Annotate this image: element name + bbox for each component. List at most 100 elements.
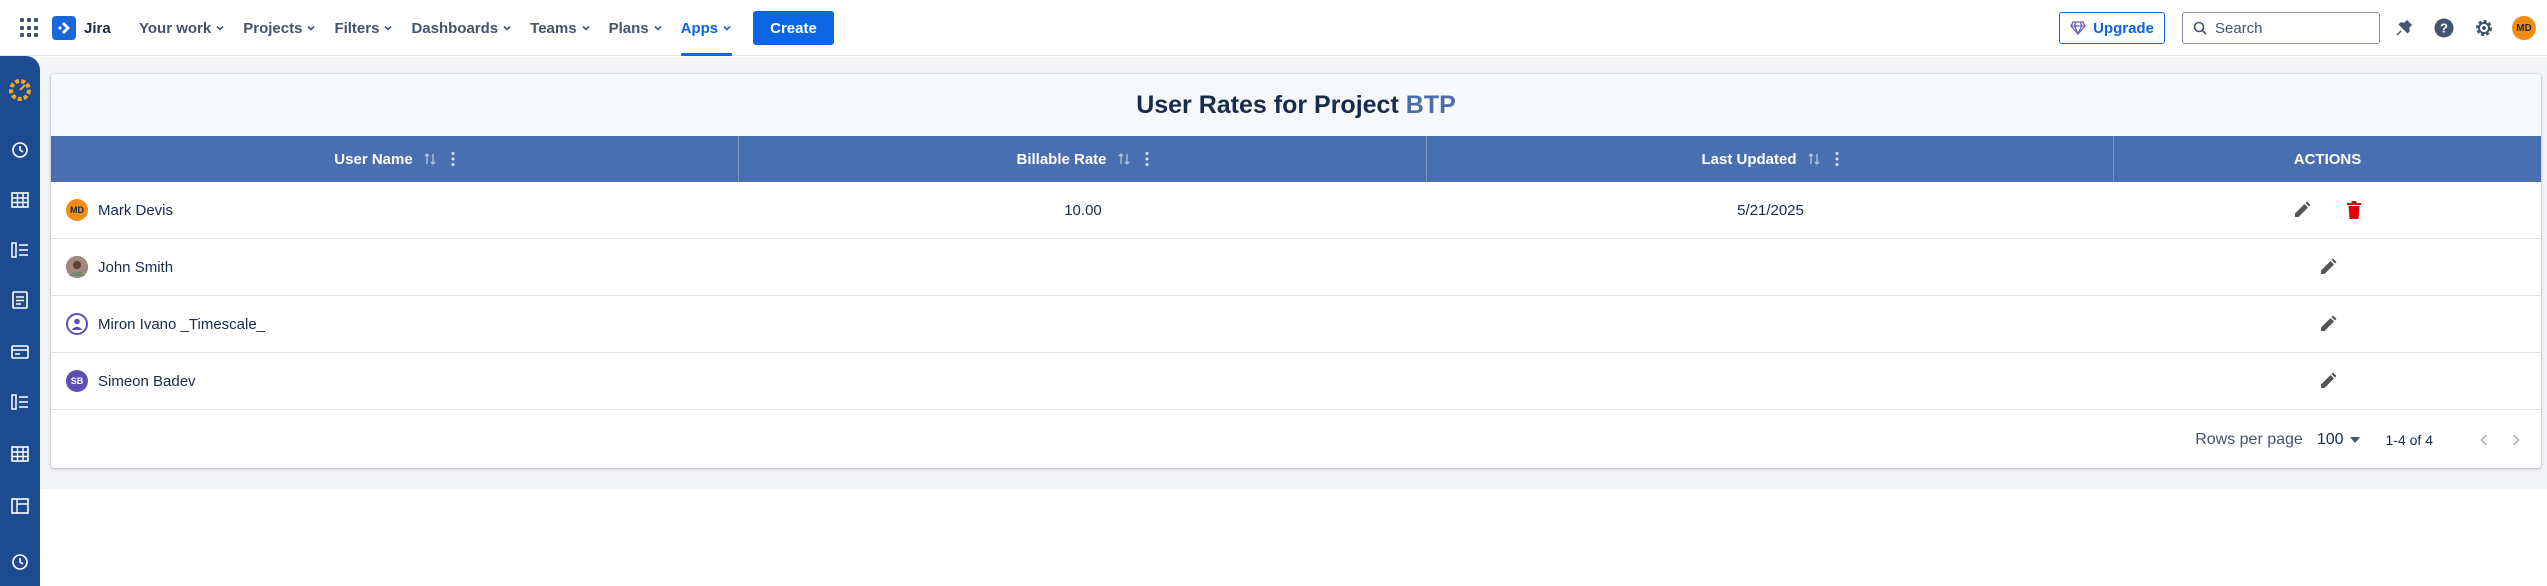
column-header-billable-rate[interactable]: Billable Rate <box>739 136 1427 182</box>
help-icon[interactable]: ? <box>2432 16 2456 40</box>
chevron-down-icon <box>654 25 662 31</box>
search-field[interactable] <box>2182 12 2380 44</box>
gem-icon <box>2070 21 2086 35</box>
nav-dashboards[interactable]: Dashboards <box>402 0 521 56</box>
chevron-down-icon <box>723 25 731 31</box>
timescale-logo-icon[interactable] <box>6 76 34 104</box>
nav-label: Teams <box>530 19 577 37</box>
cell-actions <box>2114 239 2541 296</box>
next-page-button[interactable] <box>2505 429 2527 451</box>
user-name: John Smith <box>98 258 174 276</box>
chevron-right-icon <box>2512 434 2520 446</box>
project-key: BTP <box>1405 90 1456 119</box>
cell-actions <box>2114 353 2541 410</box>
delete-icon[interactable] <box>2342 198 2366 222</box>
nav-label: Plans <box>608 19 649 37</box>
chevron-down-icon <box>307 25 316 31</box>
column-label: ACTIONS <box>2293 150 2362 168</box>
cell-actions <box>2114 296 2541 353</box>
avatar <box>66 313 88 335</box>
avatar: SB <box>66 370 88 392</box>
table-row: Miron Ivano _Timescale_ <box>51 296 2541 353</box>
table-icon[interactable] <box>10 444 30 464</box>
upgrade-label: Upgrade <box>2093 19 2154 37</box>
chevron-down-icon <box>582 25 590 31</box>
cell-user-name: John Smith <box>51 239 739 296</box>
brand-name: Jira <box>84 19 111 37</box>
pagination-bar: Rows per page 100 1-4 of 4 <box>51 412 2541 468</box>
column-header-user-name[interactable]: User Name <box>51 136 739 182</box>
cell-last-updated <box>1427 239 2114 296</box>
sort-icon[interactable] <box>1807 152 1821 166</box>
notifications-icon[interactable] <box>2392 16 2416 40</box>
page-range: 1-4 of 4 <box>2385 432 2433 448</box>
cell-last-updated <box>1427 353 2114 410</box>
nav-label: Projects <box>243 19 303 37</box>
upgrade-button[interactable]: Upgrade <box>2059 12 2165 44</box>
main-menu: Your work Projects Filters Dashboards Te… <box>130 0 834 56</box>
sort-icon[interactable] <box>423 152 437 166</box>
clock-icon[interactable] <box>10 552 30 572</box>
column-header-last-updated[interactable]: Last Updated <box>1427 136 2114 182</box>
edit-icon[interactable] <box>2316 312 2340 336</box>
nav-apps[interactable]: Apps <box>672 0 742 56</box>
table-row: John Smith <box>51 239 2541 296</box>
cell-billable-rate: 10.00 <box>1064 201 1102 219</box>
table-row: MD Mark Devis 10.00 5/21/2025 <box>51 182 2541 239</box>
app-sidebar <box>0 56 40 586</box>
user-avatar[interactable]: MD <box>2512 16 2536 40</box>
settings-icon[interactable] <box>2472 16 2496 40</box>
sort-icon[interactable] <box>1117 152 1131 166</box>
edit-icon[interactable] <box>2290 198 2314 222</box>
column-menu-icon[interactable] <box>451 151 455 167</box>
jira-logo-icon <box>52 16 76 40</box>
chevron-left-icon <box>2480 434 2488 446</box>
nav-label: Your work <box>139 19 212 37</box>
column-label: User Name <box>334 150 413 168</box>
card-icon[interactable] <box>10 342 30 362</box>
column-menu-icon[interactable] <box>1145 151 1149 167</box>
user-name: Simeon Badev <box>98 372 196 390</box>
nav-label: Dashboards <box>411 19 499 37</box>
document-icon[interactable] <box>10 290 30 310</box>
table-icon[interactable] <box>10 190 30 210</box>
chevron-down-icon <box>503 25 511 31</box>
nav-your-work[interactable]: Your work <box>130 0 234 56</box>
cell-user-name: MD Mark Devis <box>51 182 739 239</box>
caret-down-icon <box>2349 437 2360 443</box>
jira-logo[interactable]: Jira <box>52 16 111 40</box>
edit-icon[interactable] <box>2316 369 2340 393</box>
list-icon[interactable] <box>10 392 30 412</box>
rows-per-page-select[interactable]: 100 <box>2317 431 2360 449</box>
previous-page-button[interactable] <box>2473 429 2495 451</box>
chevron-down-icon <box>384 25 393 31</box>
search-icon <box>2193 21 2207 35</box>
layout-icon[interactable] <box>10 496 30 516</box>
clock-icon[interactable] <box>10 140 30 160</box>
rows-per-page-value: 100 <box>2316 431 2344 448</box>
search-input[interactable] <box>2215 19 2375 37</box>
create-button[interactable]: Create <box>753 11 834 45</box>
nav-label: Filters <box>334 19 380 37</box>
svg-text:?: ? <box>2440 21 2448 36</box>
nav-filters[interactable]: Filters <box>325 0 402 56</box>
app-switcher-icon[interactable] <box>20 18 40 38</box>
user-name: Miron Ivano _Timescale_ <box>98 315 266 333</box>
avatar <box>66 256 88 278</box>
cell-billable-rate <box>739 296 1427 353</box>
rows-per-page-label: Rows per page <box>2195 431 2303 448</box>
column-label: Last Updated <box>1701 150 1797 168</box>
nav-teams[interactable]: Teams <box>521 0 599 56</box>
edit-icon[interactable] <box>2316 255 2340 279</box>
avatar: MD <box>66 199 88 221</box>
cell-billable-rate <box>739 239 1427 296</box>
table-body: MD Mark Devis 10.00 5/21/2025 John Smith <box>51 182 2541 410</box>
table-header: User Name Billable Rate Last Updated ACT… <box>51 136 2541 182</box>
list-icon[interactable] <box>10 240 30 260</box>
page-title: User Rates for Project BTP <box>51 74 2541 136</box>
user-name: Mark Devis <box>98 201 174 219</box>
column-menu-icon[interactable] <box>1835 151 1839 167</box>
nav-plans[interactable]: Plans <box>600 0 672 56</box>
nav-projects[interactable]: Projects <box>234 0 325 56</box>
cell-user-name: Miron Ivano _Timescale_ <box>51 296 739 353</box>
